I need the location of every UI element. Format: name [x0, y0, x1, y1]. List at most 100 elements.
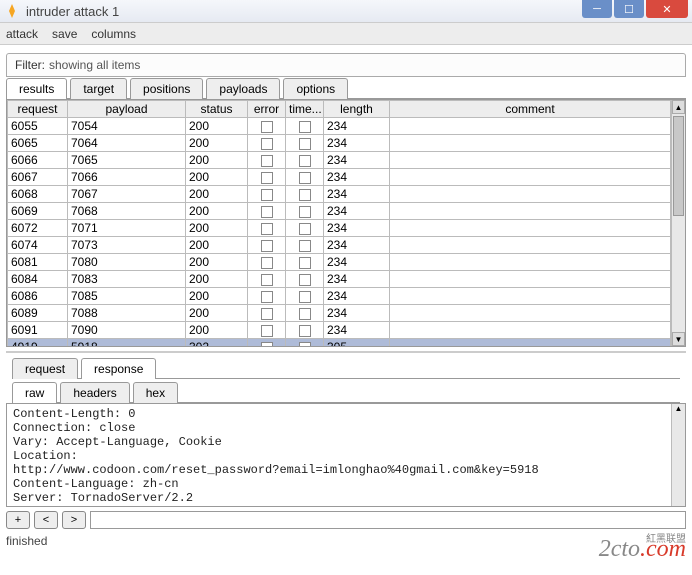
cell-error — [248, 220, 286, 237]
table-row[interactable]: 49195918302305 — [8, 339, 671, 347]
app-icon — [4, 3, 20, 19]
checkbox-icon[interactable] — [261, 291, 273, 303]
col-status[interactable]: status — [186, 101, 248, 118]
table-row[interactable]: 60557054200234 — [8, 118, 671, 135]
checkbox-icon[interactable] — [299, 223, 311, 235]
cell-request: 6086 — [8, 288, 68, 305]
cell-payload: 7088 — [68, 305, 186, 322]
prev-button[interactable]: < — [34, 511, 58, 529]
checkbox-icon[interactable] — [261, 155, 273, 167]
scroll-thumb[interactable] — [673, 116, 684, 216]
col-comment[interactable]: comment — [390, 101, 671, 118]
table-row[interactable]: 60687067200234 — [8, 186, 671, 203]
checkbox-icon[interactable] — [299, 172, 311, 184]
detail-tab-request[interactable]: request — [12, 358, 78, 379]
checkbox-icon[interactable] — [261, 189, 273, 201]
cell-time — [286, 186, 324, 203]
cell-request: 6065 — [8, 135, 68, 152]
maximize-button[interactable]: ☐ — [614, 0, 644, 18]
checkbox-icon[interactable] — [299, 240, 311, 252]
search-row: + < > — [6, 511, 686, 529]
table-row[interactable]: 60917090200234 — [8, 322, 671, 339]
table-row[interactable]: 60897088200234 — [8, 305, 671, 322]
checkbox-icon[interactable] — [299, 308, 311, 320]
cell-status: 200 — [186, 135, 248, 152]
checkbox-icon[interactable] — [299, 291, 311, 303]
close-button[interactable]: ✕ — [646, 0, 688, 18]
filter-value: showing all items — [49, 58, 140, 72]
cell-time — [286, 152, 324, 169]
tab-options[interactable]: options — [283, 78, 348, 99]
table-row[interactable]: 60657064200234 — [8, 135, 671, 152]
raw-response-text[interactable]: Content-Length: 0 Connection: close Vary… — [7, 404, 671, 506]
checkbox-icon[interactable] — [261, 342, 273, 346]
checkbox-icon[interactable] — [299, 189, 311, 201]
table-row[interactable]: 60867085200234 — [8, 288, 671, 305]
resp-tab-raw[interactable]: raw — [12, 382, 57, 403]
checkbox-icon[interactable] — [299, 155, 311, 167]
filter-bar[interactable]: Filter: showing all items — [6, 53, 686, 77]
checkbox-icon[interactable] — [299, 121, 311, 133]
checkbox-icon[interactable] — [261, 240, 273, 252]
tab-target[interactable]: target — [70, 78, 127, 99]
col-request[interactable]: request — [8, 101, 68, 118]
table-row[interactable]: 60677066200234 — [8, 169, 671, 186]
checkbox-icon[interactable] — [299, 274, 311, 286]
table-row[interactable]: 60667065200234 — [8, 152, 671, 169]
resp-tab-hex[interactable]: hex — [133, 382, 178, 403]
checkbox-icon[interactable] — [299, 138, 311, 150]
scroll-up-icon[interactable]: ▲ — [672, 100, 685, 114]
next-button[interactable]: > — [62, 511, 86, 529]
cell-comment — [390, 305, 671, 322]
table-scrollbar[interactable]: ▲ ▼ — [671, 100, 685, 346]
cell-payload: 7065 — [68, 152, 186, 169]
detail-tab-response[interactable]: response — [81, 358, 156, 379]
checkbox-icon[interactable] — [299, 342, 311, 346]
titlebar: intruder attack 1 ─ ☐ ✕ — [0, 0, 692, 23]
search-input[interactable] — [90, 511, 686, 529]
tab-payloads[interactable]: payloads — [206, 78, 280, 99]
resp-tab-headers[interactable]: headers — [60, 382, 129, 403]
cell-error — [248, 186, 286, 203]
col-payload[interactable]: payload — [68, 101, 186, 118]
scroll-up-icon[interactable]: ▲ — [672, 404, 685, 418]
response-tabs: rawheadershex — [12, 381, 680, 403]
checkbox-icon[interactable] — [261, 274, 273, 286]
cell-status: 200 — [186, 237, 248, 254]
checkbox-icon[interactable] — [261, 325, 273, 337]
checkbox-icon[interactable] — [261, 206, 273, 218]
checkbox-icon[interactable] — [299, 325, 311, 337]
table-row[interactable]: 60817080200234 — [8, 254, 671, 271]
cell-length: 234 — [324, 322, 390, 339]
checkbox-icon[interactable] — [299, 257, 311, 269]
table-row[interactable]: 60747073200234 — [8, 237, 671, 254]
col-time[interactable]: time... — [286, 101, 324, 118]
cell-payload: 7066 — [68, 169, 186, 186]
add-button[interactable]: + — [6, 511, 30, 529]
col-length[interactable]: length — [324, 101, 390, 118]
cell-status: 200 — [186, 305, 248, 322]
checkbox-icon[interactable] — [261, 223, 273, 235]
checkbox-icon[interactable] — [261, 121, 273, 133]
tab-results[interactable]: results — [6, 78, 67, 99]
col-error[interactable]: error — [248, 101, 286, 118]
cell-request: 6081 — [8, 254, 68, 271]
menu-columns[interactable]: columns — [91, 27, 136, 41]
checkbox-icon[interactable] — [261, 138, 273, 150]
table-row[interactable]: 60847083200234 — [8, 271, 671, 288]
cell-status: 200 — [186, 152, 248, 169]
table-row[interactable]: 60697068200234 — [8, 203, 671, 220]
checkbox-icon[interactable] — [261, 308, 273, 320]
minimize-button[interactable]: ─ — [582, 0, 612, 18]
scroll-down-icon[interactable]: ▼ — [672, 332, 685, 346]
menu-attack[interactable]: attack — [6, 27, 38, 41]
raw-scrollbar[interactable]: ▲ — [671, 404, 685, 506]
checkbox-icon[interactable] — [299, 206, 311, 218]
checkbox-icon[interactable] — [261, 172, 273, 184]
cell-comment — [390, 254, 671, 271]
checkbox-icon[interactable] — [261, 257, 273, 269]
menu-save[interactable]: save — [52, 27, 77, 41]
table-row[interactable]: 60727071200234 — [8, 220, 671, 237]
cell-time — [286, 169, 324, 186]
tab-positions[interactable]: positions — [130, 78, 203, 99]
